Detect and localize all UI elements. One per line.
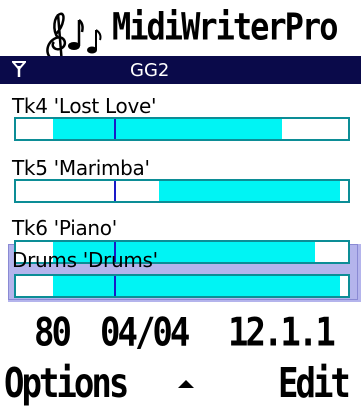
playhead-cursor xyxy=(113,181,116,201)
up-arrow-icon[interactable] xyxy=(178,380,194,388)
edit-softkey[interactable]: Edit xyxy=(278,360,351,408)
playhead-cursor xyxy=(113,276,116,296)
playhead-cursor xyxy=(113,119,116,139)
track-fill xyxy=(158,181,340,201)
track-label[interactable]: Tk6 'Piano' xyxy=(12,216,117,240)
tempo-value: 80 xyxy=(34,310,72,356)
track-fill xyxy=(52,276,340,296)
track-fill xyxy=(52,119,282,139)
track-label-selected[interactable]: Drums 'Drums' xyxy=(12,248,158,272)
signal-antenna-icon xyxy=(12,61,26,77)
track-label[interactable]: Tk4 'Lost Love' xyxy=(12,94,157,118)
track-bar-selected[interactable] xyxy=(14,274,350,298)
options-softkey[interactable]: Options xyxy=(4,360,129,408)
track-bar[interactable] xyxy=(14,179,350,203)
song-position: 12.1.1 xyxy=(228,310,336,356)
track-bar[interactable] xyxy=(14,117,350,141)
time-signature: 04/04 xyxy=(100,310,190,356)
status-bar xyxy=(0,56,361,84)
track-label[interactable]: Tk5 'Marimba' xyxy=(12,156,150,180)
song-name: GG2 xyxy=(130,60,170,81)
app-title: MidiWriterPro xyxy=(112,4,338,49)
